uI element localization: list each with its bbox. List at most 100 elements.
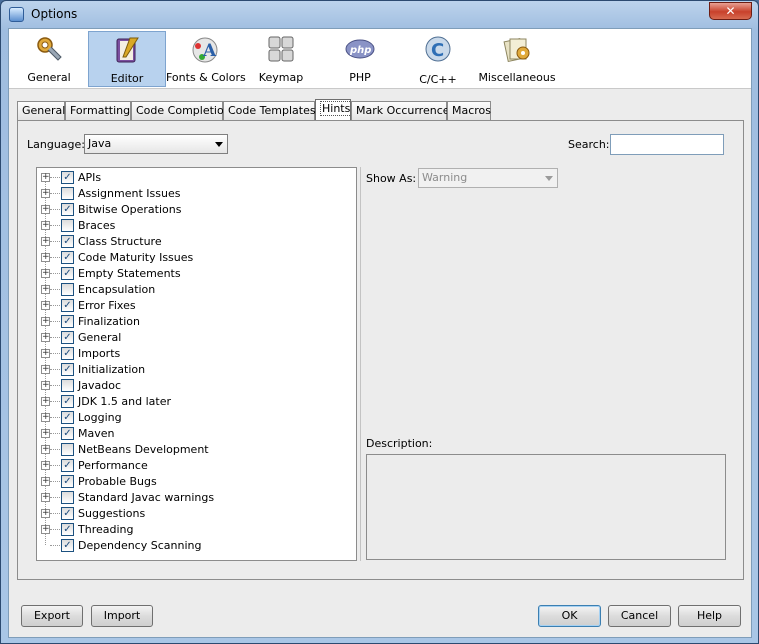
expand-icon[interactable]: + [41,365,50,374]
category-keymap[interactable]: Keymap [244,31,318,87]
hint-checkbox[interactable]: ✓ [61,267,74,280]
hint-category-label: Imports [78,347,121,360]
expand-icon[interactable]: + [41,525,50,534]
hint-checkbox[interactable]: ✓ [61,347,74,360]
category-miscellaneous[interactable]: Miscellaneous [474,31,560,87]
tree-row[interactable]: + Javadoc [37,378,356,394]
expand-icon[interactable]: + [41,381,50,390]
category-php[interactable]: php PHP [318,31,402,87]
tree-row[interactable]: ✓ Dependency Scanning [37,538,356,554]
expand-icon[interactable]: + [41,349,50,358]
tab-formatting[interactable]: Formatting [65,101,131,120]
tab-label: Code Templates [228,104,316,117]
hint-checkbox[interactable]: ✓ [61,411,74,424]
tree-row[interactable]: + ✓ Empty Statements [37,266,356,282]
tab-general[interactable]: General [17,101,65,120]
tree-row[interactable]: + ✓ Probable Bugs [37,474,356,490]
tree-row[interactable]: + ✓ Finalization [37,314,356,330]
hint-checkbox[interactable]: ✓ [61,475,74,488]
hint-checkbox[interactable]: ✓ [61,363,74,376]
expand-icon[interactable]: + [41,237,50,246]
expand-icon[interactable]: + [41,397,50,406]
tree-row[interactable]: + Standard Javac warnings [37,490,356,506]
tab-code-templates[interactable]: Code Templates [223,101,316,120]
hint-checkbox[interactable]: ✓ [61,539,74,552]
category-editor[interactable]: Editor [88,31,166,87]
import-button[interactable]: Import [91,605,153,627]
split-divider[interactable] [360,167,361,561]
title-bar[interactable]: Options ✕ [1,1,758,28]
tree-row[interactable]: + ✓ Class Structure [37,234,356,250]
hint-checkbox[interactable] [61,283,74,296]
hint-checkbox[interactable] [61,491,74,504]
hint-checkbox[interactable] [61,187,74,200]
hint-checkbox[interactable] [61,219,74,232]
tree-row[interactable]: + ✓ Imports [37,346,356,362]
expand-icon[interactable]: + [41,317,50,326]
tree-row[interactable]: + Braces [37,218,356,234]
expand-icon[interactable]: + [41,333,50,342]
hint-checkbox[interactable]: ✓ [61,171,74,184]
tab-macros[interactable]: Macros [447,101,491,120]
tree-row[interactable]: + ✓ Initialization [37,362,356,378]
search-input[interactable] [610,134,724,155]
close-button[interactable]: ✕ [709,2,752,20]
tree-row[interactable]: + Assignment Issues [37,186,356,202]
tree-row[interactable]: + ✓ General [37,330,356,346]
tree-row[interactable]: + ✓ Threading [37,522,356,538]
language-select[interactable]: Java [84,134,228,154]
show-as-select[interactable]: Warning [418,168,558,188]
tree-row[interactable]: + ✓ JDK 1.5 and later [37,394,356,410]
tree-row[interactable]: + ✓ Logging [37,410,356,426]
expand-icon[interactable]: + [41,509,50,518]
expand-icon[interactable]: + [41,301,50,310]
ok-button[interactable]: OK [538,605,601,627]
expand-icon[interactable]: + [41,285,50,294]
search-label: Search: [568,138,610,151]
hint-checkbox[interactable]: ✓ [61,395,74,408]
expand-icon[interactable]: + [41,493,50,502]
tree-row[interactable]: + ✓ Error Fixes [37,298,356,314]
expand-icon[interactable]: + [41,429,50,438]
cancel-button[interactable]: Cancel [608,605,671,627]
hint-checkbox[interactable]: ✓ [61,299,74,312]
hint-category-label: APIs [78,171,102,184]
expand-icon[interactable]: + [41,413,50,422]
tree-row[interactable]: + NetBeans Development [37,442,356,458]
expand-icon[interactable]: + [41,173,50,182]
tree-row[interactable]: + ✓ Bitwise Operations [37,202,356,218]
expand-icon[interactable]: + [41,269,50,278]
hint-checkbox[interactable]: ✓ [61,427,74,440]
expand-icon[interactable]: + [41,189,50,198]
tab-mark-occurrences[interactable]: Mark Occurrences [351,101,455,120]
tab-hints[interactable]: Hints [315,99,353,120]
tree-row[interactable]: + Encapsulation [37,282,356,298]
hint-checkbox[interactable]: ✓ [61,251,74,264]
tree-row[interactable]: + ✓ Suggestions [37,506,356,522]
expand-icon[interactable]: + [41,253,50,262]
expand-icon[interactable]: + [41,477,50,486]
hint-checkbox[interactable]: ✓ [61,523,74,536]
category-fonts-colors[interactable]: A Fonts & Colors [166,31,246,87]
expand-icon[interactable]: + [41,461,50,470]
export-button[interactable]: Export [21,605,83,627]
expand-icon[interactable]: + [41,445,50,454]
tab-code-completion[interactable]: Code Completion [131,101,231,120]
help-button[interactable]: Help [678,605,741,627]
hint-checkbox[interactable]: ✓ [61,203,74,216]
category-general[interactable]: General [10,31,88,87]
tree-row[interactable]: + ✓ Maven [37,426,356,442]
category-c-cpp[interactable]: C C/C++ [402,31,474,87]
tree-row[interactable]: + ✓ Performance [37,458,356,474]
expand-icon[interactable]: + [41,205,50,214]
expand-icon[interactable]: + [41,221,50,230]
tree-row[interactable]: + ✓ Code Maturity Issues [37,250,356,266]
hint-checkbox[interactable]: ✓ [61,507,74,520]
hint-checkbox[interactable]: ✓ [61,331,74,344]
hint-checkbox[interactable] [61,379,74,392]
hint-checkbox[interactable]: ✓ [61,235,74,248]
hint-checkbox[interactable]: ✓ [61,315,74,328]
tree-row[interactable]: + ✓ APIs [37,170,356,186]
hint-checkbox[interactable]: ✓ [61,459,74,472]
hint-checkbox[interactable] [61,443,74,456]
